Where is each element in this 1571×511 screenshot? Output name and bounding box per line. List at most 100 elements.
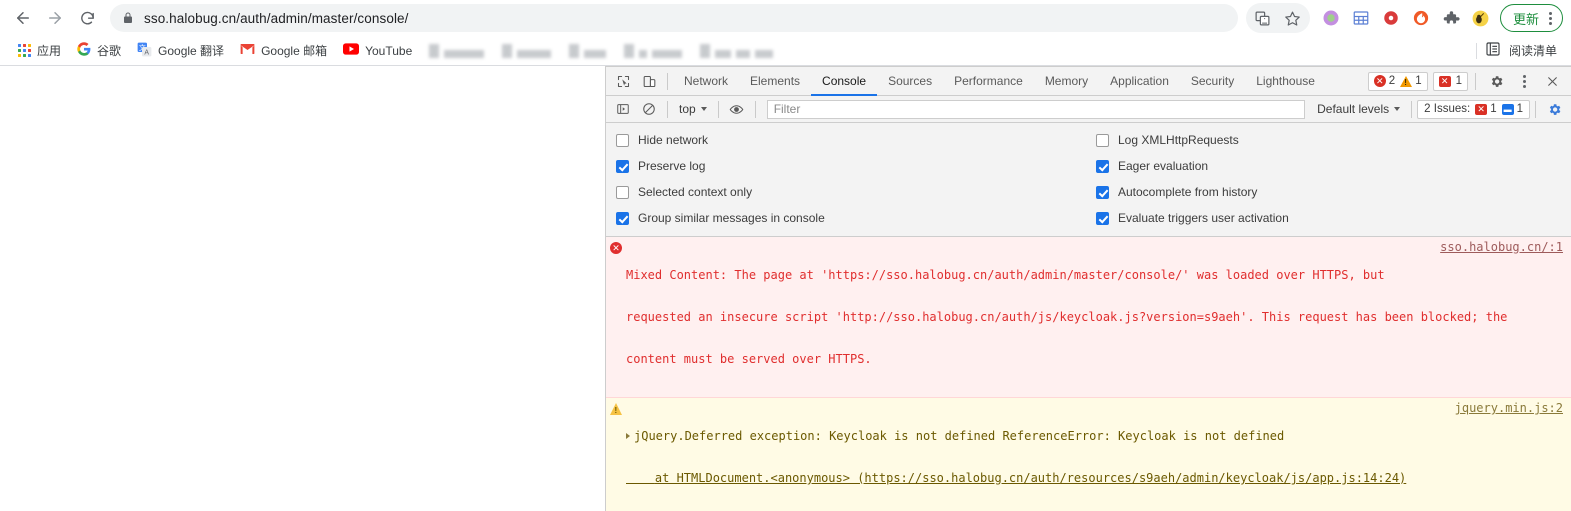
gear-icon[interactable] [1541,96,1567,122]
bookmark-star-icon[interactable] [1278,3,1308,33]
redacted-label [736,49,751,58]
extension-yellow-avatar-icon[interactable] [1466,3,1496,33]
reload-icon[interactable] [72,3,102,33]
tab-memory[interactable]: Memory [1034,67,1099,95]
setting-label: Log XMLHttpRequests [1118,133,1239,147]
redacted-bookmark[interactable] [615,43,691,58]
issues-summary[interactable]: 2 Issues: ✕ 1 ▬ 1 [1417,99,1530,119]
tab-elements[interactable]: Elements [739,67,811,95]
extension-red-dot-icon[interactable] [1376,3,1406,33]
devtools-tab-strip-right: ✕ 2 1 ✕ 1 [1367,68,1567,94]
setting-eager-evaluation[interactable]: Eager evaluation [1096,157,1571,175]
tab-application[interactable]: Application [1099,67,1180,95]
console-output[interactable]: ✕ Mixed Content: The page at 'https://ss… [606,237,1571,511]
message-line: content must be served over HTTPS. [626,352,872,366]
extension-orange-flame-icon[interactable] [1406,3,1436,33]
tab-performance[interactable]: Performance [943,67,1034,95]
extension-grid-blue-icon[interactable] [1346,3,1376,33]
redacted-bookmark[interactable] [691,43,782,58]
back-icon[interactable] [8,3,38,33]
bookmarks-bar-right: 阅读清单 [1475,41,1561,60]
setting-evaluate-triggers-user-activation[interactable]: Evaluate triggers user activation [1096,209,1571,227]
update-button[interactable]: 更新 [1499,4,1563,32]
setting-label: Autocomplete from history [1118,185,1258,199]
redacted-bookmark[interactable] [560,43,615,58]
tab-security[interactable]: Security [1180,67,1245,95]
address-bar[interactable]: sso.halobug.cn/auth/admin/master/console… [110,4,1238,32]
issues-error-count: 1 [1490,103,1497,115]
setting-label: Eager evaluation [1118,159,1209,173]
checkbox[interactable] [1096,185,1109,199]
error-circle-icon: ✕ [1373,75,1386,87]
redacted-label [584,49,607,58]
setting-group-similar-messages[interactable]: Group similar messages in console [616,209,1086,227]
bookmark-apps[interactable]: 应用 [10,39,69,63]
console-filter-bar: top Filter Default levels 2 Issues: ✕ 1 … [606,96,1571,123]
bookmark-youtube[interactable]: YouTube [335,39,420,63]
bookmark-label: 谷歌 [97,44,122,58]
redacted-label [444,49,485,58]
redacted-bookmark[interactable] [420,43,493,58]
console-sidebar-icon[interactable] [610,96,636,122]
setting-preserve-log[interactable]: Preserve log [616,157,1086,175]
tab-console[interactable]: Console [811,67,878,96]
expand-triangle-icon[interactable] [626,433,630,439]
gmail-icon [240,43,255,58]
redacted-label [639,49,648,58]
console-message-error[interactable]: ✕ Mixed Content: The page at 'https://ss… [606,237,1571,398]
setting-selected-context-only[interactable]: Selected context only [616,183,1086,201]
issues-counter[interactable]: ✕ 1 [1432,71,1468,91]
close-icon[interactable] [1539,68,1565,94]
google-translate-icon: 文 A [137,42,152,60]
issue-info-icon: ▬ [1501,103,1514,115]
extension-purple-circle-icon[interactable] [1316,3,1346,33]
bookmark-gmail[interactable]: Google 邮箱 [232,39,335,63]
console-message-source[interactable]: jquery.min.js:2 [1455,401,1563,415]
tab-sources[interactable]: Sources [877,67,943,95]
kebab-menu-icon[interactable] [1511,68,1537,94]
reading-list-icon[interactable] [1485,41,1501,60]
tab-lighthouse[interactable]: Lighthouse [1245,67,1326,95]
checkbox[interactable] [616,133,629,147]
checkbox[interactable] [616,159,629,173]
redacted-favicon [569,43,580,58]
live-expression-eye-icon[interactable] [724,96,750,122]
bookmark-google-translate[interactable]: 文 A Google 翻译 [129,39,232,63]
gear-icon[interactable] [1483,68,1509,94]
checkbox[interactable] [616,211,629,225]
forward-icon[interactable] [40,3,70,33]
checkbox[interactable] [616,185,629,199]
checkbox[interactable] [1096,211,1109,225]
setting-log-xmlhttprequests[interactable]: Log XMLHttpRequests [1096,131,1571,149]
extensions-puzzle-icon[interactable] [1436,3,1466,33]
issues-info-count: 1 [1516,103,1523,115]
setting-hide-network[interactable]: Hide network [616,131,1086,149]
reading-list-label[interactable]: 阅读清单 [1509,42,1557,59]
divider [754,100,756,118]
translate-icon[interactable] [1248,3,1278,33]
log-level-selector[interactable]: Default levels [1311,102,1406,116]
warning-triangle-icon [1400,75,1413,87]
kebab-menu-icon[interactable] [1543,11,1558,25]
redacted-bookmark[interactable] [493,43,560,58]
message-line: at HTMLDocument.<anonymous> (https://sso… [626,471,1407,485]
error-warning-counter[interactable]: ✕ 2 1 [1367,71,1428,91]
divider [1535,100,1536,118]
setting-autocomplete-from-history[interactable]: Autocomplete from history [1096,183,1571,201]
device-toolbar-icon[interactable] [636,68,662,94]
browser-toolbar: sso.halobug.cn/auth/admin/master/console… [0,0,1571,36]
bookmark-google[interactable]: 谷歌 [69,39,129,63]
checkbox[interactable] [1096,133,1109,147]
console-filter-input[interactable]: Filter [766,99,1306,119]
console-message-warning[interactable]: jQuery.Deferred exception: Keycloak is n… [606,398,1571,511]
chevron-down-icon [1394,107,1401,111]
checkbox[interactable] [1096,159,1109,173]
console-message-source[interactable]: sso.halobug.cn/:1 [1440,240,1563,254]
redacted-label [755,49,774,58]
message-line: jQuery.Deferred exception: Keycloak is n… [634,429,1285,443]
inspect-element-icon[interactable] [610,68,636,94]
google-g-icon [77,42,91,59]
tab-network[interactable]: Network [673,67,739,95]
clear-console-icon[interactable] [636,96,662,122]
execution-context-selector[interactable]: top [673,99,713,119]
